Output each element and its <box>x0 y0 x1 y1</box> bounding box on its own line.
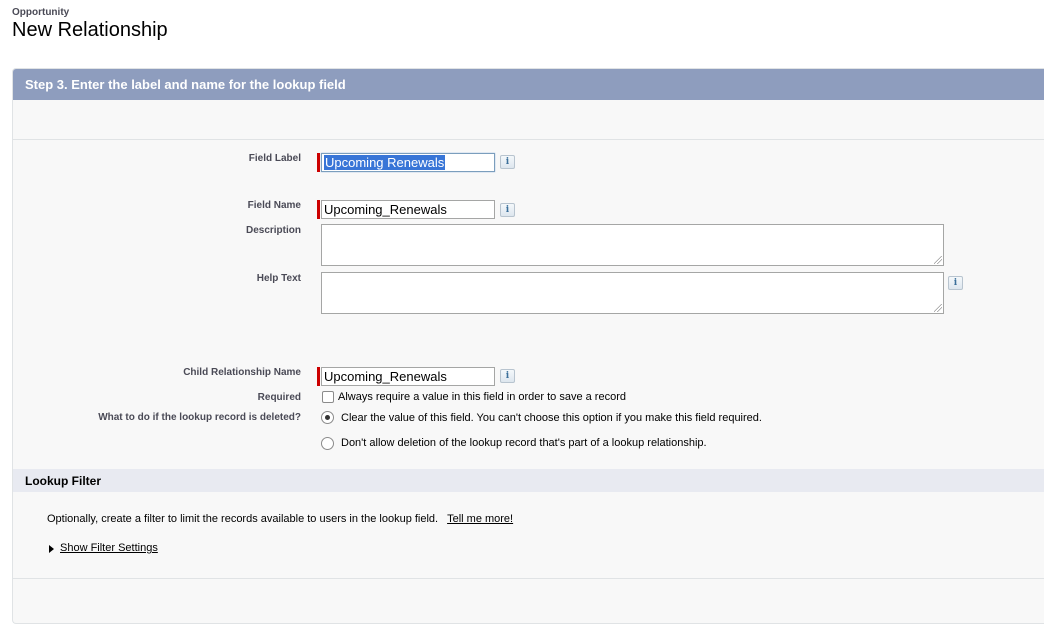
required-label: Required <box>257 392 301 403</box>
required-option-text: Always require a value in this field in … <box>338 391 626 403</box>
resize-handle[interactable] <box>934 256 942 264</box>
field-label-input[interactable]: Upcoming Renewals <box>321 153 495 172</box>
show-filter-settings-link[interactable]: Show Filter Settings <box>60 542 158 554</box>
required-indicator <box>317 153 320 172</box>
lookup-filter-description-text: Optionally, create a filter to limit the… <box>47 513 439 525</box>
page-title: New Relationship <box>12 19 168 41</box>
clear-value-option-text: Clear the value of this field. You can't… <box>341 412 762 424</box>
info-icon[interactable]: i <box>500 155 515 169</box>
step-panel: Step 3. Enter the label and name for the… <box>12 68 1044 624</box>
resize-handle[interactable] <box>934 304 942 312</box>
field-label-value: Upcoming Renewals <box>324 155 446 170</box>
field-name-input[interactable]: Upcoming_Renewals <box>321 200 495 219</box>
delete-behavior-label: What to do if the lookup record is delet… <box>98 412 301 423</box>
step-spacer <box>13 100 1044 140</box>
required-indicator <box>317 200 320 219</box>
expand-triangle-icon[interactable] <box>49 545 54 553</box>
info-icon[interactable]: i <box>948 276 963 290</box>
dont-allow-deletion-radio[interactable] <box>321 437 334 450</box>
field-label-label: Field Label <box>248 153 301 164</box>
child-relationship-name-label: Child Relationship Name <box>183 367 301 378</box>
tell-me-more-link[interactable]: Tell me more! <box>447 513 513 525</box>
info-icon[interactable]: i <box>500 203 515 217</box>
required-checkbox[interactable] <box>322 391 334 403</box>
help-text-label: Help Text <box>256 273 301 284</box>
step-header: Step 3. Enter the label and name for the… <box>13 69 1044 100</box>
lookup-filter-header: Lookup Filter <box>13 469 1044 492</box>
object-name: Opportunity <box>12 7 70 18</box>
lookup-filter-description: Optionally, create a filter to limit the… <box>47 513 513 525</box>
description-label: Description <box>245 225 301 236</box>
help-text-textarea[interactable] <box>321 272 944 314</box>
section-divider <box>13 578 1044 579</box>
child-relationship-name-input[interactable]: Upcoming_Renewals <box>321 367 495 386</box>
page-header: Opportunity New Relationship <box>12 7 168 42</box>
clear-value-radio[interactable] <box>321 411 334 424</box>
field-name-label: Field Name <box>247 200 301 211</box>
info-icon[interactable]: i <box>500 369 515 383</box>
dont-allow-deletion-option-text: Don't allow deletion of the lookup recor… <box>341 437 707 449</box>
required-indicator <box>317 367 320 386</box>
description-textarea[interactable] <box>321 224 944 266</box>
